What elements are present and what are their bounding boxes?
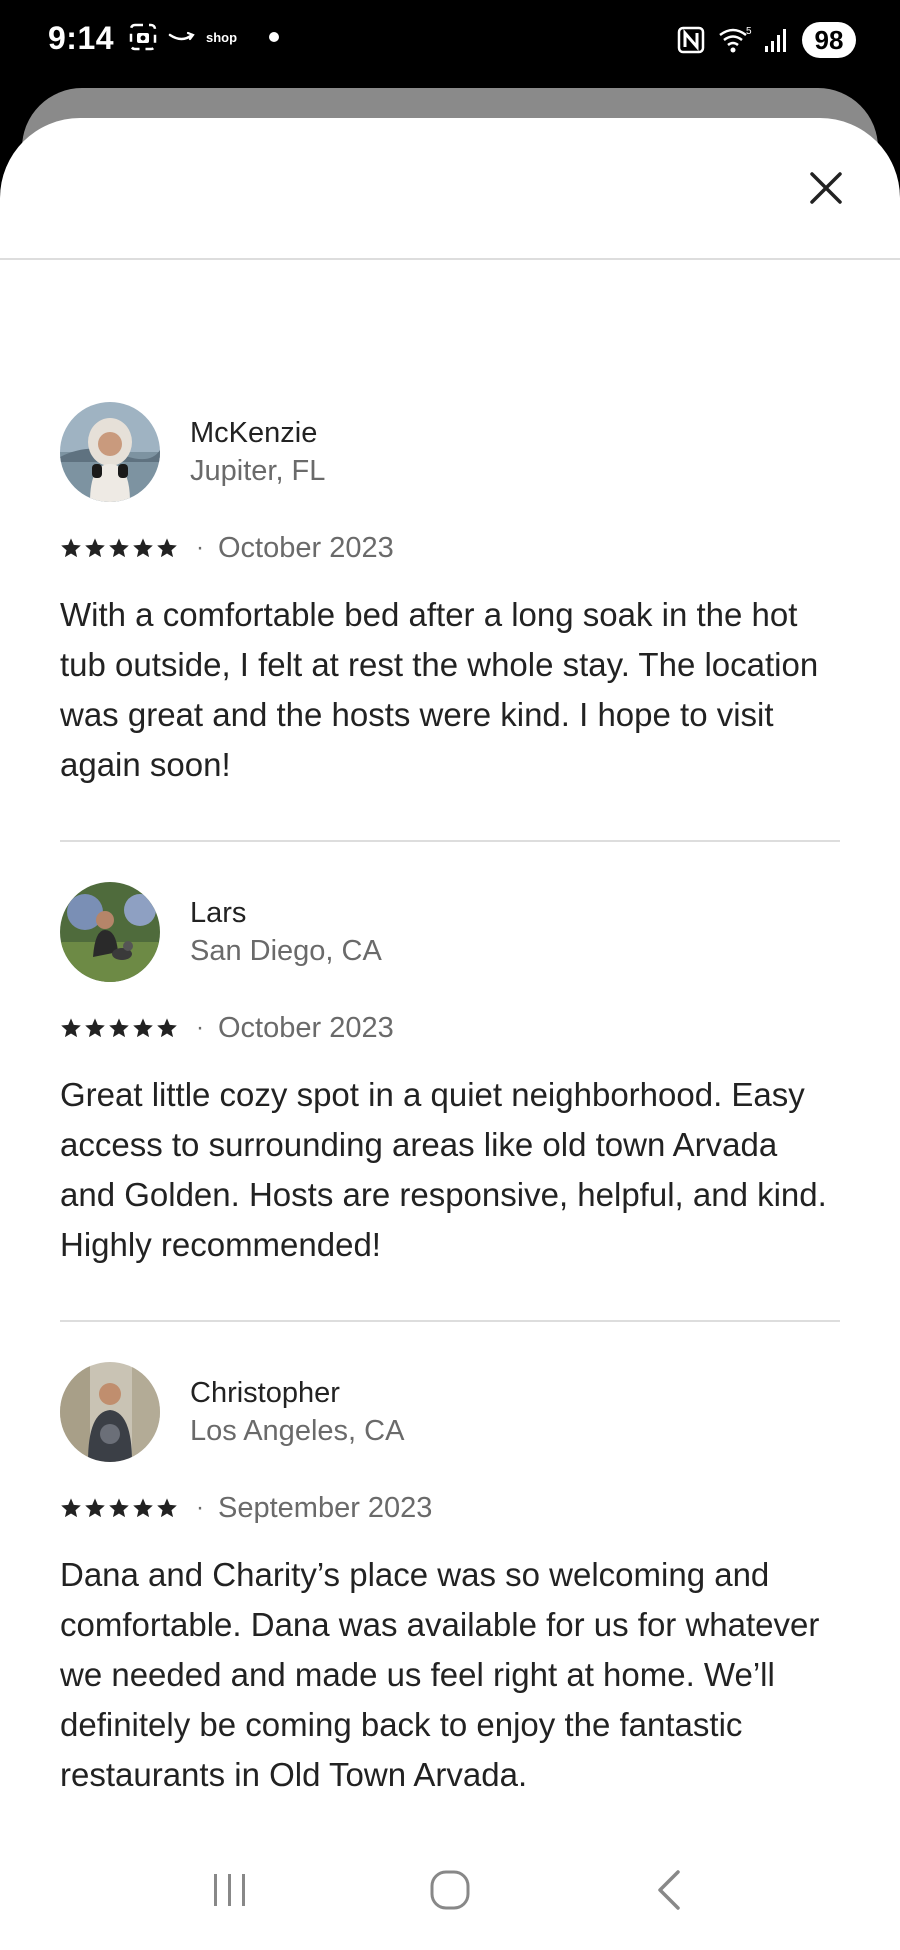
reviewer-location: Jupiter, FL [190, 455, 326, 487]
rating-row: · October 2023 [60, 528, 840, 568]
screenshot-icon [129, 23, 157, 51]
star-icon [109, 538, 129, 558]
recent-apps-button[interactable] [200, 1860, 260, 1920]
star-rating [60, 1017, 178, 1039]
wifi-icon: 5 [719, 26, 752, 53]
nfc-icon [677, 26, 705, 54]
review-text: With a comfortable bed after a long soak… [60, 596, 819, 783]
shop-label: shop [206, 29, 238, 45]
home-button[interactable] [420, 1860, 480, 1920]
reviewer-name: Lars [190, 897, 247, 929]
avatar[interactable] [60, 882, 160, 982]
star-icon [133, 538, 153, 558]
reviewer-name: McKenzie [190, 417, 318, 449]
star-icon [109, 1018, 129, 1038]
review-item: Christopher Los Angeles, CA · September … [60, 1362, 840, 1900]
star-icon [85, 1498, 105, 1518]
avatar[interactable] [60, 1362, 160, 1462]
star-icon [61, 538, 81, 558]
review-text: Great little cozy spot in a quiet neighb… [60, 1076, 827, 1263]
recent-apps-icon [214, 1874, 245, 1906]
status-bar: 9:14 shop 5 98 [0, 0, 900, 86]
signal-icon [765, 29, 786, 52]
star-icon [157, 1018, 177, 1038]
reviewer-info: McKenzie Jupiter, FL [190, 414, 325, 490]
review-item: Lars San Diego, CA · October 2023 Great … [60, 882, 840, 1322]
reviewer-name: Christopher [190, 1377, 340, 1409]
rating-row: · September 2023 [60, 1488, 840, 1528]
back-button[interactable] [640, 1860, 700, 1920]
star-icon [157, 1498, 177, 1518]
review-date: October 2023 [218, 531, 394, 564]
divider [60, 1320, 840, 1322]
reviews-sheet: McKenzie Jupiter, FL · October 2023 With… [0, 118, 900, 1950]
reviewer-location: San Diego, CA [190, 935, 382, 967]
star-icon [157, 538, 177, 558]
amazon-smile-icon [168, 31, 195, 41]
reviewer-header: McKenzie Jupiter, FL [60, 402, 840, 502]
review-date: October 2023 [218, 1011, 394, 1044]
notification-dot [269, 32, 280, 42]
star-icon [109, 1498, 129, 1518]
rating-row: · October 2023 [60, 1008, 840, 1048]
star-rating [60, 537, 178, 559]
status-left-icons: shop [128, 22, 280, 52]
divider [60, 840, 840, 842]
star-icon [85, 538, 105, 558]
separator-dot: · [196, 1494, 204, 1521]
star-icon [133, 1018, 153, 1038]
battery-indicator: 98 [802, 22, 856, 58]
close-button[interactable] [804, 166, 848, 210]
svg-text:5: 5 [746, 26, 752, 37]
back-icon [658, 1870, 680, 1910]
home-icon [430, 1870, 470, 1910]
separator-dot: · [196, 534, 204, 561]
avatar[interactable] [60, 402, 160, 502]
status-time: 9:14 [48, 20, 115, 56]
star-icon [61, 1018, 81, 1038]
reviewer-header: Christopher Los Angeles, CA [60, 1362, 840, 1462]
star-icon [61, 1498, 81, 1518]
reviewer-header: Lars San Diego, CA [60, 882, 840, 982]
reviewer-location: Los Angeles, CA [190, 1415, 405, 1447]
reviewer-info: Christopher Los Angeles, CA [190, 1374, 404, 1450]
star-icon [133, 1498, 153, 1518]
review-date: September 2023 [218, 1491, 433, 1524]
separator-dot: · [196, 1014, 204, 1041]
navigation-bar [0, 1830, 900, 1950]
review-item: McKenzie Jupiter, FL · October 2023 With… [60, 402, 840, 842]
star-rating [60, 1497, 178, 1519]
status-right-icons: 5 98 [676, 22, 856, 58]
star-icon [85, 1018, 105, 1038]
reviews-list: McKenzie Jupiter, FL · October 2023 With… [60, 262, 840, 1900]
sheet-header [0, 118, 900, 260]
reviewer-info: Lars San Diego, CA [190, 894, 382, 970]
